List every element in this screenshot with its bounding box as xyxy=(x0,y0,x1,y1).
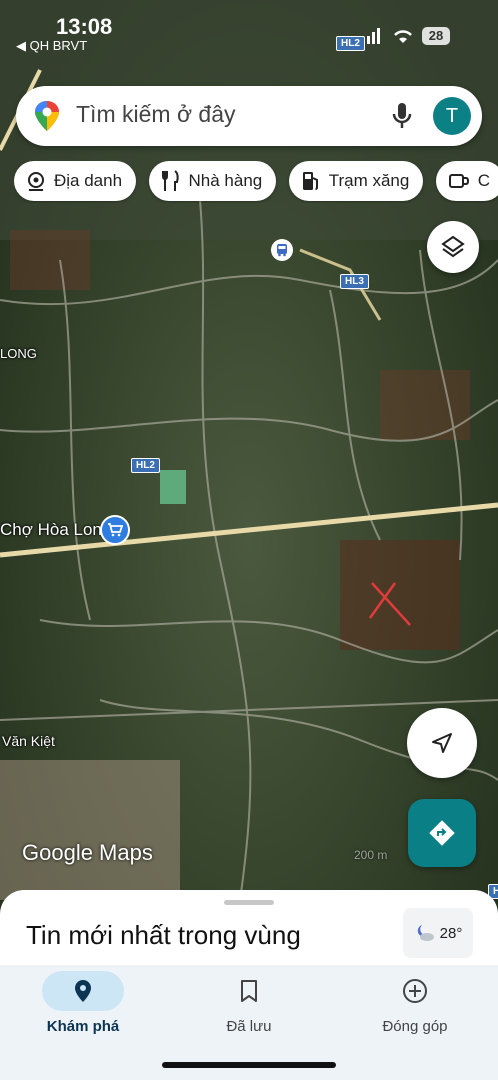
google-maps-pin-icon xyxy=(34,100,60,137)
weather-badge[interactable]: 28° xyxy=(403,908,473,958)
nav-saved[interactable]: Đã lưu xyxy=(179,971,319,1035)
chip-coffee[interactable]: C xyxy=(435,161,498,201)
sheet-title: Tin mới nhất trong vùng xyxy=(26,920,301,950)
bus-stop-icon[interactable] xyxy=(271,239,293,261)
nav-explore[interactable]: Khám phá xyxy=(13,971,153,1035)
clock: 13:08 xyxy=(56,14,113,39)
shopping-cart-icon[interactable] xyxy=(100,515,130,545)
landmark-icon xyxy=(28,172,44,191)
chip-gas-stations[interactable]: Trạm xăng xyxy=(288,161,424,201)
map-label-street: Văn Kiệt xyxy=(2,733,55,749)
coffee-icon xyxy=(448,174,469,188)
sheet-drag-handle[interactable] xyxy=(224,900,274,905)
location-pin-icon xyxy=(75,980,91,1002)
directions-button[interactable] xyxy=(408,799,476,867)
map-scale: 200 m xyxy=(354,848,388,862)
chip-landmarks[interactable]: Địa danh xyxy=(14,161,137,201)
restaurant-icon xyxy=(161,170,179,191)
search-bar[interactable]: Tìm kiếm ở đây T xyxy=(16,86,482,146)
account-avatar[interactable]: T xyxy=(433,97,471,135)
bottom-sheet[interactable]: Tin mới nhất trong vùng 28° xyxy=(0,890,498,970)
route-shield-hl2: HL2 xyxy=(131,458,160,473)
navigation-arrow-icon xyxy=(432,733,452,753)
microphone-icon[interactable] xyxy=(392,102,412,135)
search-input[interactable]: Tìm kiếm ở đây xyxy=(76,101,236,128)
map-label-market: Chợ Hòa Long xyxy=(0,520,112,539)
route-shield-hl3: HL3 xyxy=(340,274,369,289)
cellular-signal-icon xyxy=(362,28,384,49)
weather-cloud-icon xyxy=(417,925,434,941)
bookmark-icon xyxy=(241,980,257,1002)
route-shield-hl2-top: HL2 xyxy=(336,36,365,51)
gas-station-icon xyxy=(302,172,318,190)
back-to-app-link[interactable]: ◀ QH BRVT xyxy=(16,38,87,54)
nav-contribute[interactable]: Đóng góp xyxy=(345,971,485,1035)
map-label-long: LONG xyxy=(0,346,37,361)
add-circle-icon xyxy=(403,979,427,1003)
home-indicator[interactable] xyxy=(162,1062,336,1068)
my-location-button[interactable] xyxy=(407,708,477,778)
category-chips: Địa danh Nhà hàng Trạm xăng C xyxy=(14,161,498,203)
status-bar: 13:08 ◀ QH BRVT 28 xyxy=(0,0,498,60)
layers-icon xyxy=(441,235,465,258)
battery-level: 28 xyxy=(422,27,450,45)
map-layers-button[interactable] xyxy=(427,221,479,273)
directions-icon xyxy=(429,820,455,846)
chip-restaurants[interactable]: Nhà hàng xyxy=(148,161,277,201)
google-maps-watermark: Google Maps xyxy=(22,840,153,865)
wifi-icon xyxy=(392,28,414,49)
